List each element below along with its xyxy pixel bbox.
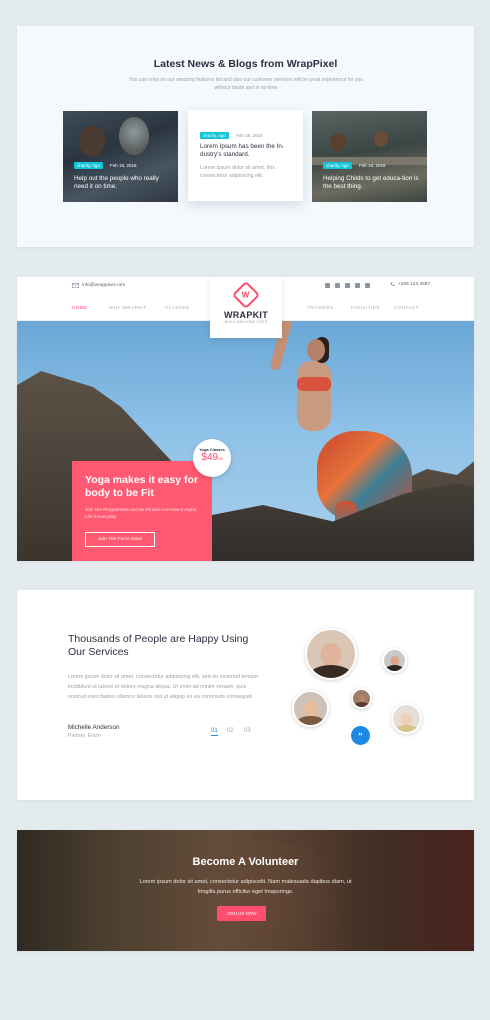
- nav-classes[interactable]: CLASSES: [165, 305, 189, 310]
- youtube-icon[interactable]: [355, 283, 360, 288]
- join-force-button[interactable]: Join The Force Now!: [85, 532, 155, 547]
- facebook-icon[interactable]: [325, 283, 330, 288]
- blog-headline[interactable]: Help out the people who really need it o…: [74, 175, 170, 191]
- testimonial-name: Michelle Anderson: [68, 724, 120, 731]
- quote-icon[interactable]: “: [351, 726, 370, 745]
- avatar-shoulders: [394, 724, 419, 732]
- figure-top: [297, 377, 331, 391]
- blog-tag[interactable]: charity, ngo: [74, 162, 103, 169]
- phone-text: +205 123 4567: [398, 282, 431, 287]
- social-links: [325, 283, 370, 288]
- blog-date: Feb 18, 2018: [110, 163, 137, 168]
- person-figure: [119, 117, 149, 155]
- phone-icon: [390, 282, 395, 287]
- avatar-shoulders: [309, 665, 353, 678]
- logo-mark-icon: W: [231, 280, 261, 310]
- mail-icon: [72, 283, 79, 288]
- site-logo[interactable]: W WRAPKIT BUILD AWESOME SITES: [210, 277, 282, 338]
- avatar[interactable]: [382, 648, 407, 673]
- email-text: info@wrappixel.com: [82, 283, 126, 288]
- badge-price-value: $49: [201, 452, 219, 463]
- blog-tag[interactable]: charity, ngo: [323, 162, 352, 169]
- blog-card[interactable]: charity, ngo Feb 18, 2018 Lorem Ipsum ha…: [188, 110, 303, 201]
- testimonial-body: Lorem ipsum dolor sit amet, consectetur …: [68, 674, 259, 700]
- badge-price-unit: /M: [218, 456, 223, 461]
- logo-name: WRAPKIT: [223, 310, 269, 320]
- volunteer-body: Lorem ipsum dolor sit amet, consectetur …: [139, 879, 352, 895]
- price-badge: Yoga Classes $49/M: [193, 439, 231, 477]
- volunteer-heading: Become A Volunteer: [192, 856, 299, 868]
- badge-price: $49/M: [193, 452, 231, 463]
- logo-tagline: BUILD AWESOME SITES: [224, 320, 268, 324]
- avatar[interactable]: [351, 688, 372, 709]
- figure-head: [307, 339, 325, 361]
- pager-01[interactable]: 01: [211, 728, 218, 736]
- blog-date: Feb 18, 2018: [359, 163, 386, 168]
- join-us-button[interactable]: JOIN US NOW: [217, 906, 266, 921]
- volunteer-section: Become A Volunteer Lorem ipsum dolor sit…: [17, 830, 474, 951]
- blog-card[interactable]: charity, ngo Feb 18, 2018 Helping Childs…: [312, 111, 427, 202]
- hero-headline: Yoga makes it easy for body to be Fit: [85, 474, 199, 499]
- logo-mark-letter: W: [242, 290, 250, 300]
- blog-tag[interactable]: charity, ngo: [200, 132, 229, 139]
- blog-excerpt: Lorem ipsum dolor sit amet, this consect…: [200, 165, 276, 179]
- person-figure: [374, 131, 388, 147]
- avatar[interactable]: [292, 690, 329, 727]
- nav-why-wrapkit[interactable]: WHY WRAPKIT: [109, 305, 147, 310]
- blog-headline[interactable]: Lorem Ipsum has been the In-dustry's sta…: [200, 143, 294, 159]
- blog-subtitle: You can relay on our amazing features li…: [128, 77, 364, 91]
- header-email[interactable]: info@wrappixel.com: [72, 283, 125, 288]
- blog-section: Latest News & Blogs from WrapPixel You c…: [17, 26, 474, 247]
- person-figure: [79, 125, 105, 157]
- avatar[interactable]: [391, 703, 422, 734]
- google-plus-icon[interactable]: [345, 283, 350, 288]
- avatar-shoulders: [385, 665, 404, 671]
- pager-02[interactable]: 02: [227, 728, 234, 734]
- nav-facilities[interactable]: FACILITIES: [351, 305, 380, 310]
- nav-home[interactable]: HOME: [72, 305, 88, 310]
- person-figure: [330, 133, 346, 151]
- twitter-icon[interactable]: [335, 283, 340, 288]
- figure-torso: [297, 361, 331, 431]
- testimonial-heading: Thousands of People are Happy Using Our …: [68, 633, 249, 658]
- header-phone[interactable]: +205 123 4567: [390, 282, 430, 287]
- blog-date: Feb 18, 2018: [236, 133, 263, 138]
- promo-box: Yoga makes it easy for body to be Fit Jo…: [72, 461, 212, 561]
- avatar[interactable]: [305, 628, 357, 680]
- avatar-shoulders: [295, 716, 326, 725]
- testimonial-section: Thousands of People are Happy Using Our …: [17, 590, 474, 800]
- hero-description: Join Our Programmes and Be Fit and Live …: [85, 507, 197, 519]
- avatar-shoulders: [353, 702, 370, 707]
- yoga-hero-section: info@wrappixel.com +205 123 4567 HOME WH…: [17, 277, 474, 561]
- testimonial-role: Partner, Envin: [68, 733, 101, 739]
- nav-contact[interactable]: CONTACT: [394, 305, 419, 310]
- pager-03[interactable]: 03: [244, 728, 251, 734]
- avatar-face: [320, 643, 342, 668]
- instagram-icon[interactable]: [365, 283, 370, 288]
- blog-title: Latest News & Blogs from WrapPixel: [153, 58, 338, 70]
- blog-headline[interactable]: Helping Childs to get educa-tion is the …: [323, 175, 419, 191]
- nav-trainers[interactable]: TRAINERS: [307, 305, 334, 310]
- blog-card[interactable]: charity, ngo Feb 18, 2018 Help out the p…: [63, 111, 178, 202]
